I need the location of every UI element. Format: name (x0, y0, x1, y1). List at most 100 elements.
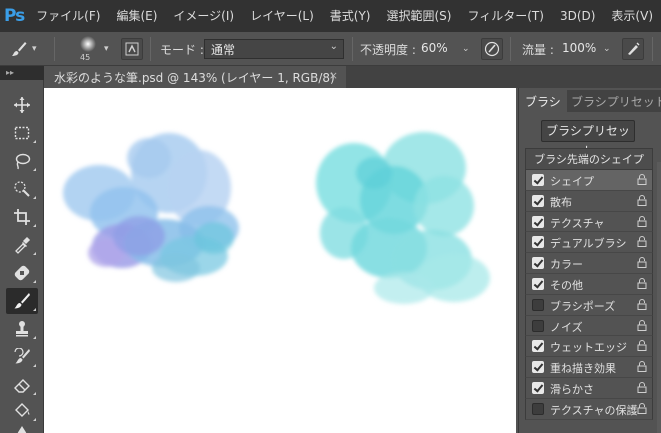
chevron-down-icon[interactable]: ⌄ (462, 44, 470, 54)
divider (352, 37, 353, 61)
checkbox[interactable] (532, 236, 544, 249)
flow-value[interactable]: 100% (562, 41, 596, 55)
checkbox[interactable] (532, 381, 544, 394)
brush-setting-row[interactable]: ノイズ (525, 315, 653, 337)
brush-setting-label: カラー (550, 258, 583, 272)
brush-panel-toggle-button[interactable] (121, 38, 143, 60)
marquee-tool[interactable] (6, 120, 38, 146)
lock-icon[interactable] (637, 278, 647, 289)
brush-setting-label: 散布 (550, 195, 572, 209)
submenu-indicator (33, 224, 36, 227)
water-drop-icon (17, 426, 27, 433)
lock-icon[interactable] (637, 194, 647, 206)
toolbar-collapse[interactable]: ▸▸ (0, 66, 44, 80)
brush-presets-button[interactable]: ブラシプリセット (541, 120, 635, 158)
history-brush-tool[interactable] (6, 344, 38, 370)
checkbox[interactable] (532, 340, 544, 353)
chevron-down-icon[interactable]: ⌄ (603, 44, 611, 54)
brush-panel: ブラシ ブラシプリセット ブラシプリセット ブラシ先端のシェイプ シェイプ散布テ… (518, 88, 661, 433)
lock-icon[interactable] (637, 361, 647, 373)
pen-pressure-icon (484, 41, 500, 57)
paint-bucket-icon (15, 403, 30, 417)
brush-setting-row[interactable]: デュアルブラシ (525, 232, 653, 254)
menu-view[interactable]: 表示(V) (603, 0, 661, 32)
menu-3d[interactable]: 3D(D) (552, 0, 603, 32)
tool-preset-picker[interactable]: ▾ (10, 38, 44, 60)
submenu-indicator (33, 196, 36, 199)
lasso-tool[interactable] (6, 148, 38, 174)
lock-icon[interactable] (637, 298, 647, 310)
menu-select[interactable]: 選択範囲(S) (378, 0, 459, 32)
eyedropper-tool[interactable] (6, 232, 38, 258)
divider (510, 37, 511, 61)
checkbox[interactable] (532, 277, 544, 290)
bandage-icon (14, 265, 30, 281)
brush-setting-label: その他 (550, 278, 583, 292)
brush-tool[interactable] (6, 288, 38, 314)
tab-brush-presets[interactable]: ブラシプリセット (565, 90, 661, 112)
menu-filter[interactable]: フィルター(T) (459, 0, 551, 32)
brush-setting-row[interactable]: 散布 (525, 190, 653, 212)
lock-icon[interactable] (637, 174, 647, 185)
brush-setting-row[interactable]: テクスチャの保護 (525, 398, 653, 420)
clone-stamp-tool[interactable] (6, 316, 38, 342)
pressure-opacity-button[interactable] (481, 38, 503, 60)
lock-icon[interactable] (637, 257, 647, 269)
checkbox[interactable] (532, 257, 544, 270)
eraser-tool[interactable] (6, 372, 38, 398)
menu-file[interactable]: ファイル(F) (28, 0, 108, 32)
menu-type[interactable]: 書式(Y) (322, 0, 379, 32)
divider (150, 37, 151, 61)
brush-setting-row[interactable]: ウェットエッジ (525, 336, 653, 358)
lock-icon[interactable] (637, 402, 647, 414)
brush-setting-row[interactable]: その他 (525, 273, 653, 295)
opacity-value[interactable]: 60% (421, 41, 448, 55)
brush-setting-row[interactable]: カラー (525, 253, 653, 274)
flow-label: 流量 : (522, 43, 554, 57)
brush-setting-label: ノイズ (550, 320, 583, 334)
chevron-down-icon[interactable]: ▾ (104, 44, 109, 54)
airbrush-button[interactable] (622, 38, 644, 60)
chevron-down-icon: ▾ (32, 44, 37, 54)
tab-brush[interactable]: ブラシ (519, 90, 567, 112)
panel-scrollbar[interactable] (657, 162, 661, 433)
brush-setting-label: デュアルブラシ (550, 237, 627, 251)
menu-layer[interactable]: レイヤー(L) (242, 0, 322, 32)
lock-icon[interactable] (637, 340, 647, 352)
brush-setting-label: テクスチャの保護 (550, 403, 638, 417)
checkbox[interactable] (532, 215, 544, 228)
brush-setting-row[interactable]: シェイプ (525, 170, 653, 191)
divider (652, 37, 653, 61)
blur-tool[interactable] (6, 424, 38, 433)
close-icon[interactable]: × (329, 69, 338, 82)
checkbox[interactable] (532, 298, 544, 311)
lock-icon[interactable] (637, 236, 647, 248)
document-canvas[interactable] (44, 88, 516, 433)
chevron-down-icon: ⌄ (329, 41, 338, 52)
checkbox[interactable] (532, 402, 544, 415)
menu-image[interactable]: イメージ(I) (165, 0, 242, 32)
brush-setting-row[interactable]: 重ね描き効果 (525, 357, 653, 378)
brush-setting-row[interactable]: 滑らかさ (525, 377, 653, 399)
menu-edit[interactable]: 編集(E) (108, 0, 165, 32)
crop-tool[interactable] (6, 204, 38, 230)
checkbox[interactable] (532, 319, 544, 332)
tools-panel (0, 80, 44, 433)
quick-selection-tool[interactable] (6, 176, 38, 202)
healing-brush-tool[interactable] (6, 260, 38, 286)
checkbox[interactable] (532, 194, 544, 207)
document-tab[interactable]: 水彩のような筆.psd @ 143% (レイヤー 1, RGB/8) × (44, 66, 346, 88)
blend-mode-value: 通常 (211, 43, 236, 57)
checkbox[interactable] (532, 361, 544, 374)
brush-setting-row[interactable]: ブラシポーズ (525, 294, 653, 316)
brush-tip-shape-header[interactable]: ブラシ先端のシェイプ (525, 148, 653, 170)
lock-icon[interactable] (637, 215, 647, 227)
blend-mode-select[interactable]: 通常 ⌄ (204, 39, 344, 59)
checkbox[interactable] (532, 174, 544, 186)
brush-setting-row[interactable]: テクスチャ (525, 211, 653, 233)
paint-bucket-tool[interactable] (6, 398, 38, 424)
lock-icon[interactable] (637, 319, 647, 331)
lock-icon[interactable] (637, 381, 647, 393)
brush-size-value: 45 (80, 53, 91, 62)
move-tool[interactable] (6, 92, 38, 118)
